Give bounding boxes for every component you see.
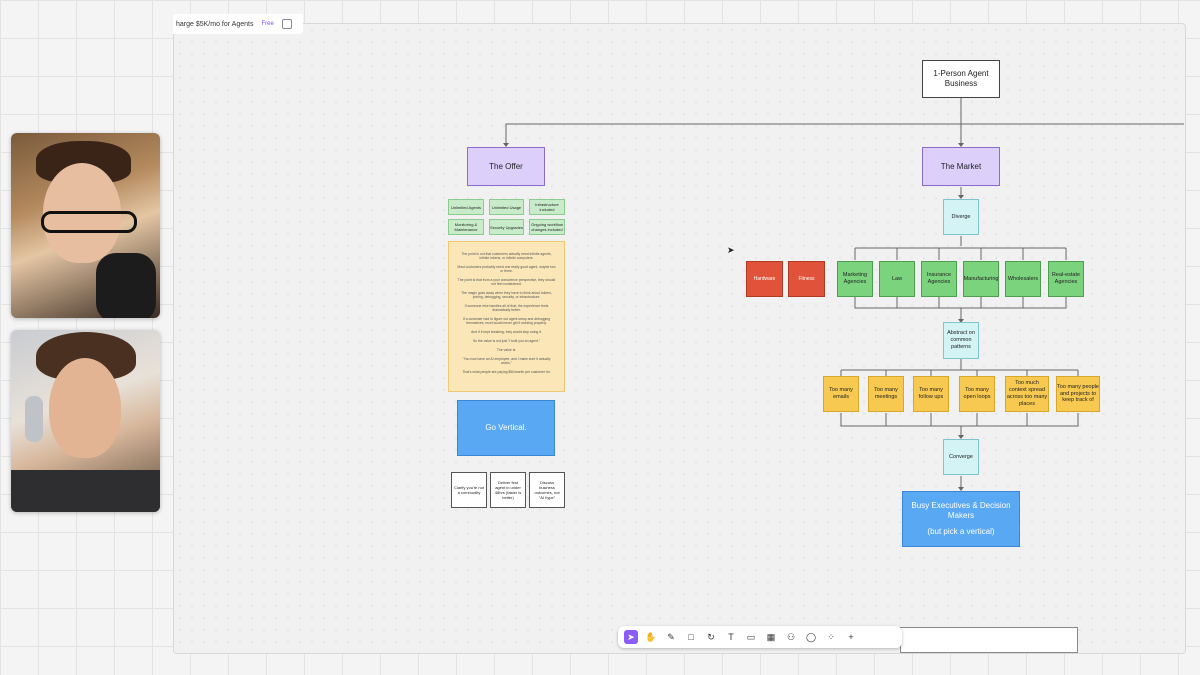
plus-icon[interactable]: + — [844, 630, 858, 644]
pattern-sticky[interactable]: Too much context spread across too many … — [1005, 376, 1049, 412]
hand-icon[interactable]: ✋ — [644, 630, 658, 644]
plan-badge: Free — [261, 21, 274, 27]
comment-icon[interactable]: ◯ — [804, 630, 818, 644]
offer-card[interactable]: Discuss business outcomes, not "AI hype" — [529, 472, 565, 508]
offer-note[interactable]: The point is not that customers actually… — [448, 241, 565, 392]
webcam-guest — [11, 330, 160, 512]
converge-node[interactable]: Converge — [943, 439, 979, 475]
shape-icon[interactable]: □ — [684, 630, 698, 644]
canvas-toolbar: ➤ ✋ ✎ □ ↻ T ▭ ▦ ⚇ ◯ ⁘ + — [618, 626, 902, 648]
note-line: The point is not that customers actually… — [461, 252, 552, 260]
note-line: If someone else handles all of that, the… — [464, 304, 549, 312]
target-node[interactable]: Busy Executives & Decision Makers (but p… — [902, 491, 1020, 547]
document-header: harge $5K/mo for Agents Free — [173, 14, 303, 34]
vertical-sticky[interactable]: Law — [879, 261, 915, 297]
pattern-sticky[interactable]: Too many emails — [823, 376, 859, 412]
vertical-sticky[interactable]: Marketing Agencies — [837, 261, 873, 297]
webcam-host — [11, 133, 160, 318]
vertical-sticky[interactable]: Real-estate Agencies — [1048, 261, 1084, 297]
feature-sticky[interactable]: Security Upgrades — [489, 219, 524, 235]
feature-sticky[interactable]: Unlimited Agents — [448, 199, 484, 215]
feature-sticky[interactable]: Ongoing workflow changes included — [529, 219, 565, 235]
document-title[interactable]: harge $5K/mo for Agents — [176, 21, 253, 28]
feature-sticky[interactable]: Monitoring & Maintenance — [448, 219, 484, 235]
note-line: The value is: — [496, 348, 517, 352]
market-node[interactable]: The Market — [922, 147, 1000, 186]
pattern-sticky[interactable]: Too many meetings — [868, 376, 904, 412]
frame-icon[interactable]: ▭ — [744, 630, 758, 644]
offer-card[interactable]: Deliver first agent in under 48hrs (fast… — [490, 472, 526, 508]
note-line: The magic goes away when they have to th… — [461, 291, 552, 299]
note-line: That's what people are paying $5k/month … — [462, 370, 551, 374]
pen-icon[interactable]: ✎ — [664, 630, 678, 644]
offer-card[interactable]: Clarify you're not a commodity — [451, 472, 487, 508]
offer-node[interactable]: The Offer — [467, 147, 545, 186]
note-line: The point is that from a your conscience… — [457, 278, 556, 286]
whiteboard-canvas[interactable] — [173, 23, 1186, 654]
document-icon[interactable] — [281, 19, 292, 29]
redo-icon[interactable]: ↻ — [704, 630, 718, 644]
red-sticky[interactable]: Fitness — [788, 261, 825, 297]
vertical-sticky[interactable]: Manufacturing — [963, 261, 999, 297]
cursor-icon: ➤ — [727, 245, 735, 255]
person-icon[interactable]: ⚇ — [784, 630, 798, 644]
minimap-panel[interactable] — [900, 627, 1078, 653]
note-line: And if it kept breaking, they would stop… — [471, 330, 542, 334]
diverge-node[interactable]: Diverge — [943, 199, 979, 235]
pattern-sticky[interactable]: Too many follow ups — [913, 376, 949, 412]
vertical-sticky[interactable]: Wholesalers — [1005, 261, 1041, 297]
select-icon[interactable]: ➤ — [624, 630, 638, 644]
note-line: If a customer had to figure out agent se… — [462, 317, 551, 325]
note-line: So the value is not just "I built you an… — [472, 339, 541, 343]
vertical-sticky[interactable]: Insurance Agencies — [921, 261, 957, 297]
feature-sticky[interactable]: Infrastructure included — [529, 199, 565, 215]
go-vertical-node[interactable]: Go Vertical. — [457, 400, 555, 456]
text-icon[interactable]: T — [724, 630, 738, 644]
feature-sticky[interactable]: Unlimited Usage — [489, 199, 524, 215]
abstract-node[interactable]: Abstract on common patterns — [943, 322, 979, 359]
apps-icon[interactable]: ⁘ — [824, 630, 838, 644]
target-title: Busy Executives & Decision Makers — [911, 501, 1011, 520]
pattern-sticky[interactable]: Too many open loops — [959, 376, 995, 412]
pattern-sticky[interactable]: Too many people and projects to keep tra… — [1056, 376, 1100, 412]
note-line: "You now have an AI employee, and I make… — [462, 357, 551, 365]
note-line: Most customers probably need one really … — [457, 265, 556, 273]
red-sticky[interactable]: Hardware — [746, 261, 783, 297]
target-subtitle: (but pick a vertical) — [927, 527, 995, 536]
table-icon[interactable]: ▦ — [764, 630, 778, 644]
root-node[interactable]: 1-Person Agent Business — [922, 60, 1000, 98]
